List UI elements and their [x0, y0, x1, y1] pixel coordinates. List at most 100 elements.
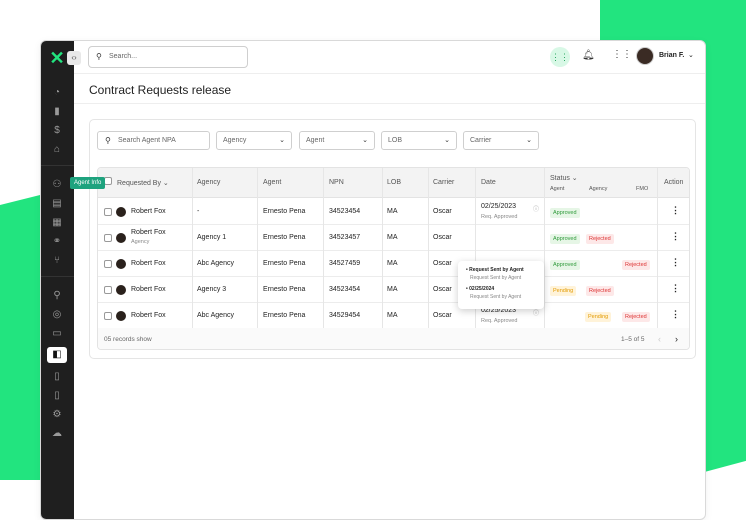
search-agent-placeholder: Search Agent NPA — [118, 137, 176, 144]
table-footer: 05 records show 1–5 of 5 ‹ › — [98, 328, 689, 349]
table-row[interactable]: Robert Fox Agency Agency 1 Ernesto Pena 3452… — [98, 225, 689, 251]
agency-cell: Agency 3 — [197, 286, 227, 293]
table-row[interactable]: Robert Fox Agency 3 Ernesto Pena 34523454 MA… — [98, 277, 689, 303]
agent-cell: Ernesto Pena — [263, 286, 306, 293]
row-checkbox[interactable] — [104, 260, 112, 268]
chevron-down-icon: ⌄ — [444, 137, 450, 144]
col-agency: Agency — [197, 179, 221, 186]
row-actions-icon[interactable]: ⋮ — [671, 231, 680, 242]
npn-cell: 34523454 — [329, 208, 361, 215]
row-actions-icon[interactable]: ⋮ — [671, 205, 680, 216]
col-status[interactable]: Status ⌄ — [550, 174, 578, 182]
contract-requests-icon[interactable]: ◧ — [47, 347, 67, 363]
col-divider — [382, 168, 383, 328]
cloud-icon[interactable]: ☁ — [49, 426, 65, 442]
settings-user-icon[interactable]: ⚙ — [49, 407, 65, 423]
col-agent: Agent — [263, 179, 282, 186]
file-text-icon[interactable]: ▯ — [49, 388, 65, 404]
requester-name: Robert Fox — [131, 229, 166, 236]
target-icon[interactable]: ◎ — [49, 307, 65, 323]
status-badge-agent: Approved — [550, 260, 580, 270]
grid-dots-icon[interactable]: ⋮⋮ — [550, 47, 570, 67]
avatar — [116, 233, 126, 243]
date-status: Req. Approved — [481, 214, 518, 220]
agent-cell: Ernesto Pena — [263, 260, 306, 267]
row-checkbox[interactable] — [104, 234, 112, 242]
handshake-icon[interactable]: ⚭ — [49, 234, 65, 250]
branch-icon[interactable]: ⑂ — [49, 253, 65, 269]
agency-filter[interactable]: Agency ⌄ — [216, 131, 292, 150]
chevron-down-icon: ⌄ — [526, 137, 532, 144]
col-action: Action — [664, 179, 684, 186]
lob-cell: MA — [387, 208, 398, 215]
row-checkbox[interactable] — [104, 312, 112, 320]
info-icon[interactable]: ⓘ — [533, 204, 539, 213]
bell-icon[interactable]: 🔔︎ — [582, 50, 595, 61]
requests-table: Requested By ⌄ Agency Agent NPN LOB Carr… — [97, 167, 690, 350]
col-requested-by-label: Requested By — [117, 180, 161, 187]
row-actions-icon[interactable]: ⋮ — [671, 283, 680, 294]
col-divider — [657, 168, 658, 328]
sidebar-divider — [41, 165, 74, 166]
building-icon[interactable]: ▤ — [49, 196, 65, 212]
info-icon[interactable]: ⓘ — [533, 308, 539, 317]
search-placeholder: Search... — [109, 53, 138, 60]
office-icon[interactable]: ▦ — [49, 215, 65, 231]
agent-cell: Ernesto Pena — [263, 312, 306, 319]
apps-icon[interactable]: ⋮⋮ — [612, 49, 632, 60]
app-window: ✕ ◔ ▮ $ ⌂ ⚇ ▤ ▦ ⚭ ⑂ ⚲ ◎ ▭ ◧ ▯ ▯ ⚙ ☁ ‹› A… — [40, 40, 706, 520]
col-divider — [257, 168, 258, 328]
bar-chart-icon[interactable]: ▮ — [49, 104, 65, 120]
agency-cell: Abc Agency — [197, 312, 234, 319]
chevrons-icon[interactable]: ‹› — [67, 51, 81, 65]
document-icon[interactable]: ▭ — [49, 326, 65, 342]
row-checkbox[interactable] — [104, 286, 112, 294]
row-actions-icon[interactable]: ⋮ — [671, 309, 680, 320]
avatar — [116, 259, 126, 269]
table-row[interactable]: Robert Fox Abc Agency Ernesto Pena 34529454… — [98, 303, 689, 329]
page-title: Contract Requests release — [89, 83, 232, 97]
prev-page-icon[interactable]: ‹ — [658, 334, 661, 344]
avatar[interactable] — [636, 47, 654, 65]
agent-filter[interactable]: Agent ⌄ — [299, 131, 375, 150]
avatar — [116, 285, 126, 295]
agent-cell: Ernesto Pena — [263, 208, 306, 215]
bank-icon[interactable]: ⌂ — [49, 142, 65, 158]
next-page-icon[interactable]: › — [675, 334, 678, 344]
status-badge-fmo: Rejected — [622, 312, 650, 322]
popover-item2-sub: Request Sent by Agent — [470, 294, 522, 300]
sidebar: ✕ ◔ ▮ $ ⌂ ⚇ ▤ ▦ ⚭ ⑂ ⚲ ◎ ▭ ◧ ▯ ▯ ⚙ ☁ — [41, 41, 74, 519]
dashboard-icon[interactable]: ◔ — [49, 85, 65, 101]
dollar-icon[interactable]: $ — [49, 123, 65, 139]
select-all-checkbox[interactable] — [104, 177, 112, 185]
requests-card: ⚲ Search Agent NPA Agency ⌄ Agent ⌄ LOB ⌄ C… — [89, 119, 696, 359]
status-badge-fmo: Rejected — [622, 260, 650, 270]
add-user-icon[interactable]: ⚲ — [49, 288, 65, 304]
row-checkbox[interactable] — [104, 208, 112, 216]
file-icon[interactable]: ▯ — [49, 369, 65, 385]
user-name[interactable]: Brian F. — [659, 52, 684, 59]
table-row[interactable]: Robert Fox - Ernesto Pena 34523454 MA Oscar 02… — [98, 199, 689, 225]
npn-cell: 34527459 — [329, 260, 361, 267]
agency-cell: Abc Agency — [197, 260, 234, 267]
lob-filter[interactable]: LOB ⌄ — [381, 131, 457, 150]
table-row[interactable]: Robert Fox Abc Agency Ernesto Pena 34527459… — [98, 251, 689, 277]
date-history-popover: • Request Sent by Agent Request Sent by … — [458, 261, 544, 309]
row-actions-icon[interactable]: ⋮ — [671, 257, 680, 268]
popover-item1-title-text: Request Sent by Agent — [469, 267, 524, 273]
col-requested-by[interactable]: Requested By ⌄ — [117, 179, 169, 187]
table-header: Requested By ⌄ Agency Agent NPN LOB Carr… — [98, 168, 689, 198]
search-agent-input[interactable]: ⚲ Search Agent NPA — [97, 131, 210, 150]
search-input[interactable]: ⚲ Search... — [88, 46, 248, 68]
col-divider — [323, 168, 324, 328]
agency-cell: - — [197, 208, 200, 215]
chevron-down-icon: ⌄ — [279, 137, 285, 144]
search-icon: ⚲ — [96, 52, 102, 61]
lob-cell: MA — [387, 312, 398, 319]
carrier-filter[interactable]: Carrier ⌄ — [463, 131, 539, 150]
chevron-down-icon[interactable]: ⌄ — [688, 51, 694, 59]
agents-icon[interactable]: ⚇ — [49, 177, 65, 193]
popover-item1-title: • Request Sent by Agent — [466, 267, 524, 273]
chevron-down-icon: ⌄ — [362, 137, 368, 144]
agency-filter-label: Agency — [223, 137, 247, 144]
